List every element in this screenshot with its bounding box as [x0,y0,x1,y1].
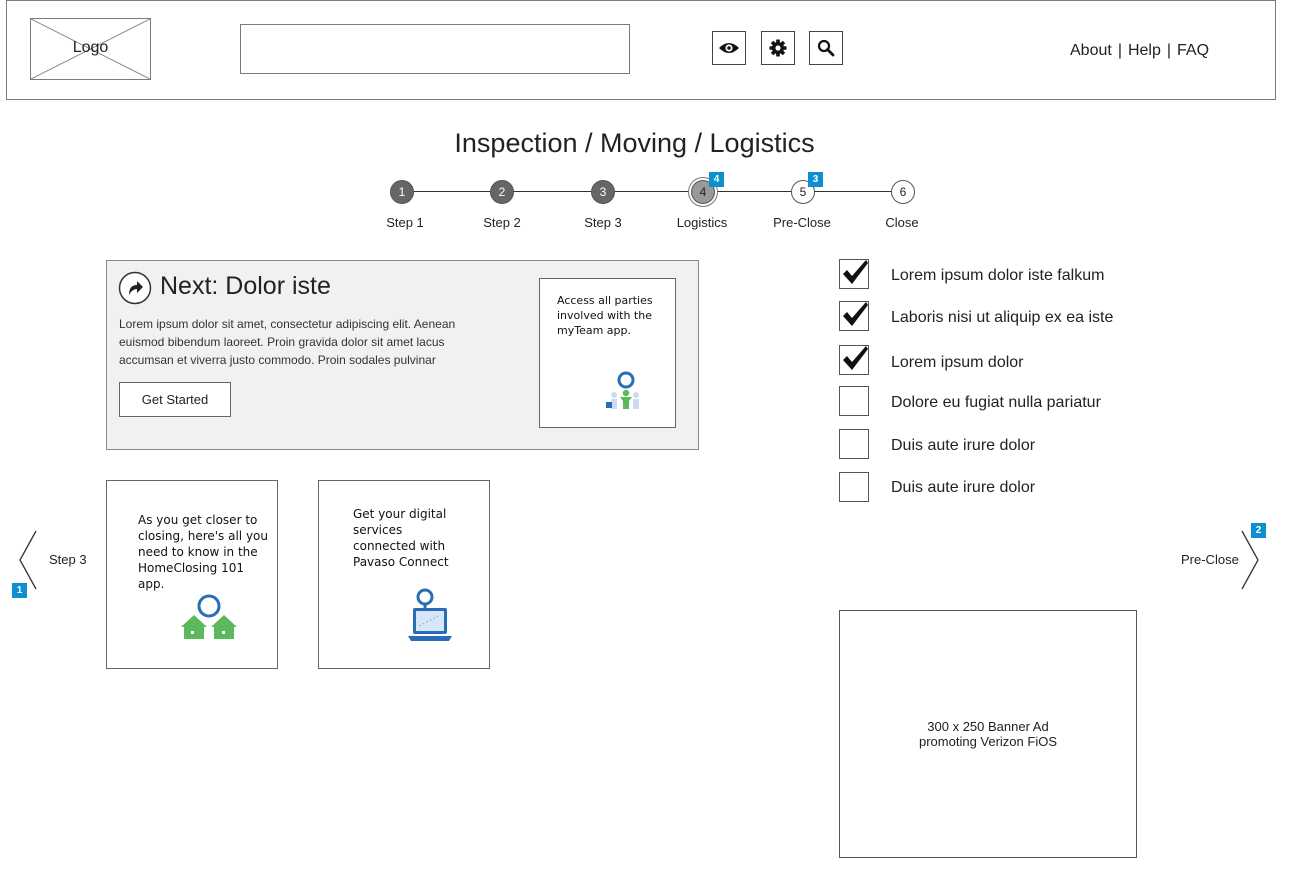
eye-button[interactable] [712,31,746,65]
team-icon [606,371,639,409]
checklist-checkbox-4[interactable] [839,386,869,416]
next-card-body: Lorem ipsum dolor sit amet, consectetur … [119,317,456,367]
step-4-badge: 4 [709,172,724,187]
about-link[interactable]: About [1070,42,1112,59]
prev-step-nav[interactable] [18,530,38,590]
checklist-label-2: Laboris nisi ut aliquip ex ea iste [891,309,1114,326]
next-step-label[interactable]: Pre-Close [1181,552,1239,567]
link-separator: | [1166,42,1172,59]
search-input[interactable] [240,24,630,74]
step-6-label: Close [885,215,919,230]
laptop-icon [408,588,452,641]
search-button[interactable] [809,31,843,65]
faq-link[interactable]: FAQ [1177,42,1209,59]
pavaso-connect-tile-text: Get your digital services connected with… [353,507,449,569]
myteam-promo-tile[interactable]: Access all parties involved with the myT… [539,278,676,428]
step-5-label: Pre-Close [773,215,831,230]
next-step-badge: 2 [1251,523,1266,538]
checklist-label-5: Duis aute irure dolor [891,437,1036,454]
checkmark-icon [843,346,868,370]
checklist-checkbox-3[interactable] [839,345,869,375]
banner-ad-line-1: 300 x 250 Banner Ad [927,719,1049,734]
checklist-label-4: Dolore eu fugiat nulla pariatur [891,394,1101,411]
checklist-checkbox-1[interactable] [839,259,869,289]
gear-icon [769,39,787,57]
prev-step-badge: 1 [12,583,27,598]
settings-button[interactable] [761,31,795,65]
next-step-nav[interactable] [1240,530,1260,590]
forward-arrow-icon [118,271,152,305]
banner-ad[interactable]: 300 x 250 Banner Ad promoting Verizon Fi… [839,610,1137,858]
step-2-circle[interactable]: 2 [490,180,514,204]
banner-ad-line-2: promoting Verizon FiOS [918,734,1057,749]
checklist-checkbox-2[interactable] [839,301,869,331]
checkmark-icon [843,260,868,284]
homeclosing-tile[interactable]: As you get closer to closing, here's all… [106,480,278,669]
houses-icon [181,594,237,639]
step-2-label: Step 2 [483,215,521,230]
link-separator: | [1117,42,1122,59]
pavaso-connect-tile[interactable]: Get your digital services connected with… [318,480,490,669]
logo[interactable]: Logo [30,18,151,80]
chevron-left-icon [19,530,37,590]
checklist-label-1: Lorem ipsum dolor iste falkum [891,267,1105,284]
step-1-circle[interactable]: 1 [390,180,414,204]
next-card-title: Next: Dolor iste [160,272,331,300]
step-1-label: Step 1 [386,215,424,230]
eye-icon [719,43,739,53]
header-links: About | Help | FAQ [1070,42,1209,60]
checkmark-icon [843,302,868,326]
step-6-circle[interactable]: 6 [891,180,915,204]
logo-label: Logo [72,39,109,56]
homeclosing-tile-text: As you get closer to closing, here's all… [138,513,269,591]
step-4-label: Logistics [676,215,728,230]
get-started-button[interactable]: Get Started [119,382,231,417]
search-icon [817,39,835,57]
help-link[interactable]: Help [1128,42,1161,59]
prev-step-label[interactable]: Step 3 [49,552,87,567]
step-3-label: Step 3 [584,215,622,230]
stepper-line [402,191,904,192]
chevron-right-icon [1241,530,1259,590]
checklist-label-6: Duis aute irure dolor [891,479,1036,496]
page-title: Inspection / Moving / Logistics [454,128,815,158]
step-5-badge: 3 [808,172,823,187]
checklist-checkbox-5[interactable] [839,429,869,459]
checklist-checkbox-6[interactable] [839,472,869,502]
myteam-promo-text: Access all parties involved with the myT… [557,294,653,337]
checklist-label-3: Lorem ipsum dolor [891,354,1024,371]
step-3-circle[interactable]: 3 [591,180,615,204]
